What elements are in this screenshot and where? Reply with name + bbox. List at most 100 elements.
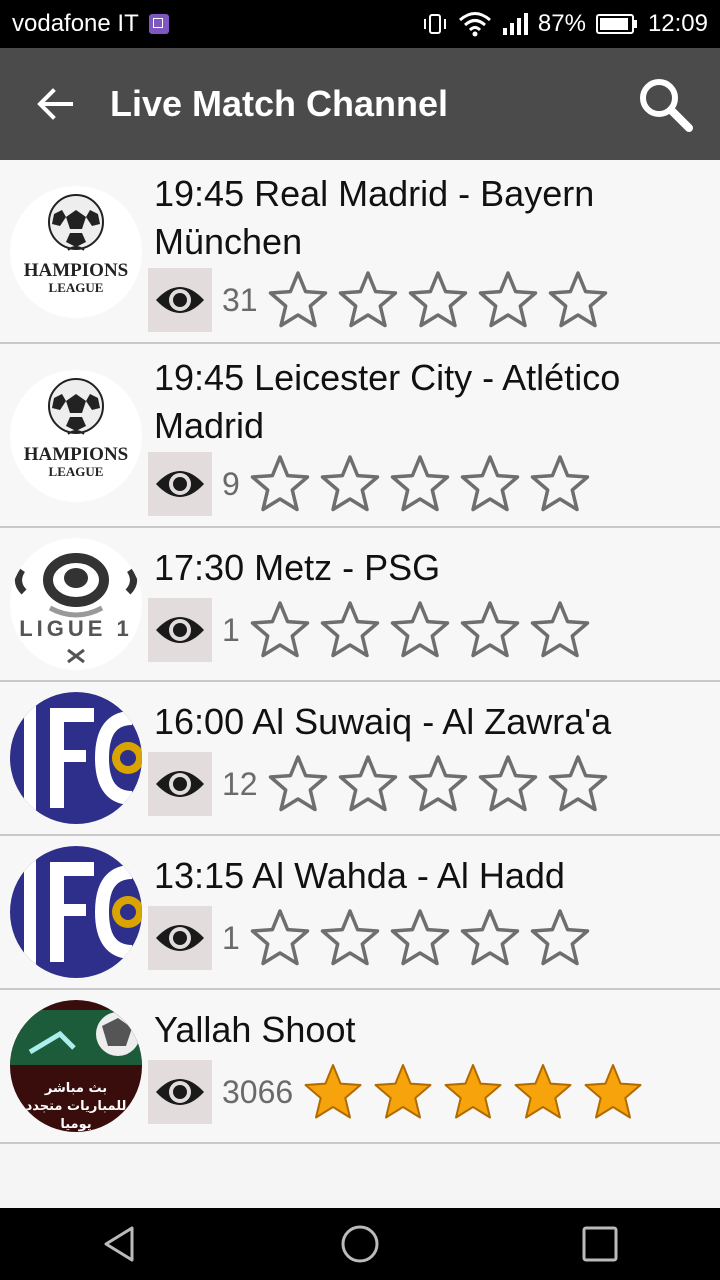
view-count: 3066 [222, 1073, 294, 1110]
star-outline-icon [478, 755, 537, 812]
star-filled-icon [514, 1064, 572, 1119]
match-title: 19:45 Real Madrid - Bayern München [154, 173, 595, 262]
status-left: vodafone IT [12, 10, 169, 38]
search-button[interactable] [610, 48, 720, 160]
signal-icon [502, 13, 528, 35]
battery-icon [595, 14, 637, 34]
match-title: 13:15 Al Wahda - Al Hadd [154, 855, 565, 896]
star-outline-icon [320, 909, 380, 966]
star-outline-icon [478, 271, 537, 328]
item-stats: 1 [148, 598, 592, 662]
match-title: 17:30 Metz - PSG [154, 547, 441, 588]
fc-crest-logo [10, 692, 142, 824]
home-nav-icon[interactable] [340, 1224, 380, 1264]
item-stats: 12 [148, 752, 610, 816]
star-outline-icon [408, 755, 467, 812]
eye-icon [156, 771, 204, 797]
channel-logo [10, 846, 142, 978]
status-right: 87% 12:09 [422, 10, 708, 38]
star-outline-icon [460, 455, 520, 512]
match-list: HAMPIONS LEAGUE 19:45 Real Madrid - Bayern… [0, 160, 720, 1144]
item-stats: 3066 [148, 1060, 645, 1124]
star-outline-icon [268, 271, 327, 328]
fc-crest-logo [10, 846, 142, 978]
match-title: 16:00 Al Suwaiq - Al Zawra'a [154, 701, 612, 742]
views-badge [148, 752, 212, 816]
channel-list-item[interactable]: 13:15 Al Wahda - Al Hadd 1 [0, 836, 720, 990]
views-badge [148, 452, 212, 516]
rating-stars[interactable] [266, 268, 610, 332]
star-outline-icon [250, 909, 310, 966]
rating-stars[interactable] [248, 598, 592, 662]
match-title: 19:45 Leicester City - Atlético Madrid [154, 357, 621, 446]
back-button[interactable] [0, 48, 110, 160]
eye-icon [156, 287, 204, 313]
svg-text:LEAGUE: LEAGUE [49, 464, 104, 479]
svg-text:LIGUE 1: LIGUE 1 [19, 616, 133, 641]
star-outline-icon [408, 271, 467, 328]
channel-list-item[interactable]: 16:00 Al Suwaiq - Al Zawra'a 12 [0, 682, 720, 836]
svg-text:LEAGUE: LEAGUE [49, 280, 104, 295]
channel-list-item[interactable]: HAMPIONS LEAGUE 19:45 Leicester City - Atl… [0, 344, 720, 528]
item-stats: 1 [148, 906, 592, 970]
view-count: 1 [222, 919, 240, 956]
rating-stars[interactable] [301, 1060, 645, 1124]
back-nav-icon[interactable] [100, 1224, 140, 1264]
star-outline-icon [320, 455, 380, 512]
navigation-bar [0, 1208, 720, 1280]
view-count: 1 [222, 611, 240, 648]
eye-icon [156, 471, 204, 497]
star-outline-icon [250, 455, 310, 512]
channel-list-item[interactable]: HAMPIONS LEAGUE 19:45 Real Madrid - Bayern… [0, 160, 720, 344]
logo-text: بث مباشر للمباريات متجدد يوميا [25, 1081, 127, 1132]
view-count: 31 [222, 281, 258, 318]
eye-icon [156, 617, 204, 643]
star-outline-icon [390, 601, 450, 658]
arrow-back-icon [37, 88, 73, 120]
star-outline-icon [390, 909, 450, 966]
star-outline-icon [460, 601, 520, 658]
views-badge [148, 598, 212, 662]
recents-nav-icon[interactable] [580, 1224, 620, 1264]
star-outline-icon [460, 909, 520, 966]
star-outline-icon [390, 455, 450, 512]
eye-icon [156, 925, 204, 951]
eye-icon [156, 1079, 204, 1105]
rating-stars[interactable] [248, 906, 592, 970]
star-outline-icon [338, 755, 397, 812]
star-outline-icon [548, 271, 607, 328]
views-badge [148, 268, 212, 332]
views-badge [148, 1060, 212, 1124]
channel-logo: HAMPIONS LEAGUE [10, 370, 142, 502]
channel-logo: بث مباشر للمباريات متجدد يوميا [10, 1000, 142, 1132]
star-outline-icon [530, 455, 590, 512]
star-outline-icon [548, 755, 607, 812]
star-filled-icon [304, 1064, 362, 1119]
item-stats: 9 [148, 452, 592, 516]
star-outline-icon [530, 601, 590, 658]
svg-text:HAMPIONS: HAMPIONS [24, 260, 129, 281]
rating-stars[interactable] [266, 752, 610, 816]
channel-logo [10, 692, 142, 824]
channel-logo: LIGUE 1 [10, 538, 142, 670]
status-bar: vodafone IT 87% 12:09 [0, 0, 720, 48]
channel-list-item[interactable]: LIGUE 1 17:30 Metz - PSG 1 [0, 528, 720, 682]
star-outline-icon [320, 601, 380, 658]
carrier-label: vodafone IT [12, 10, 139, 37]
app-toolbar: Live Match Channel [0, 48, 720, 160]
match-title: Yallah Shoot [154, 1009, 356, 1050]
star-filled-icon [374, 1064, 432, 1119]
views-badge [148, 906, 212, 970]
star-filled-icon [584, 1064, 642, 1119]
star-outline-icon [250, 601, 310, 658]
view-count: 9 [222, 465, 240, 502]
rating-stars[interactable] [248, 452, 592, 516]
star-outline-icon [338, 271, 397, 328]
vibrate-icon [423, 14, 446, 34]
item-stats: 31 [148, 268, 610, 332]
channel-list-item[interactable]: بث مباشر للمباريات متجدد يوميا Yallah Sho… [0, 990, 720, 1144]
battery-percent: 87% [537, 10, 586, 37]
star-filled-icon [444, 1064, 502, 1119]
star-outline-icon [268, 755, 327, 812]
ligue-1-logo: LIGUE 1 [10, 538, 142, 670]
